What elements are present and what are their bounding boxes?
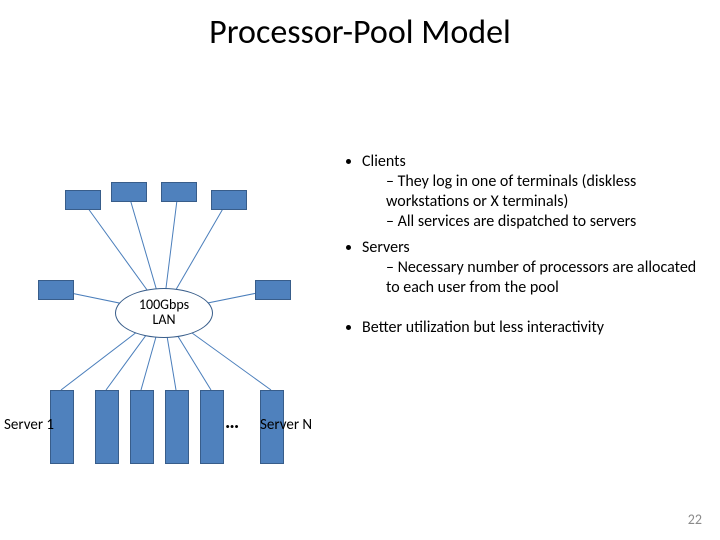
terminal-box [111, 182, 147, 202]
terminal-box [211, 190, 247, 210]
terminal-box [38, 280, 74, 300]
diagram: 100Gbps LAN Server 1 … Server N [10, 160, 330, 490]
hub-line2: LAN [152, 311, 175, 328]
bullet-servers-sub1: Necessary number of processors are alloc… [386, 258, 710, 298]
bullet-servers: Servers [362, 238, 410, 257]
bullet-clients: Clients [362, 152, 406, 171]
terminal-box [65, 190, 101, 210]
ellipsis: … [225, 410, 241, 434]
terminal-box [161, 182, 197, 202]
bullet-clients-sub1: They log in one of terminals (diskless w… [386, 172, 710, 212]
body-bullets: Clients They log in one of terminals (di… [340, 152, 710, 344]
bullet-clients-sub2: All services are dispatched to servers [386, 212, 710, 232]
page-number: 22 [688, 511, 702, 528]
lan-hub: 100Gbps LAN [115, 288, 213, 338]
server-box [165, 390, 189, 464]
server-box [200, 390, 224, 464]
server-box [130, 390, 154, 464]
bullet-better: Better utilization but less interactivit… [362, 318, 710, 338]
server-last-label: Server N [260, 416, 312, 434]
terminal-box [255, 280, 291, 300]
server-first-label: Server 1 [4, 416, 54, 434]
slide-title: Processor-Pool Model [0, 12, 720, 53]
server-box [95, 390, 119, 464]
